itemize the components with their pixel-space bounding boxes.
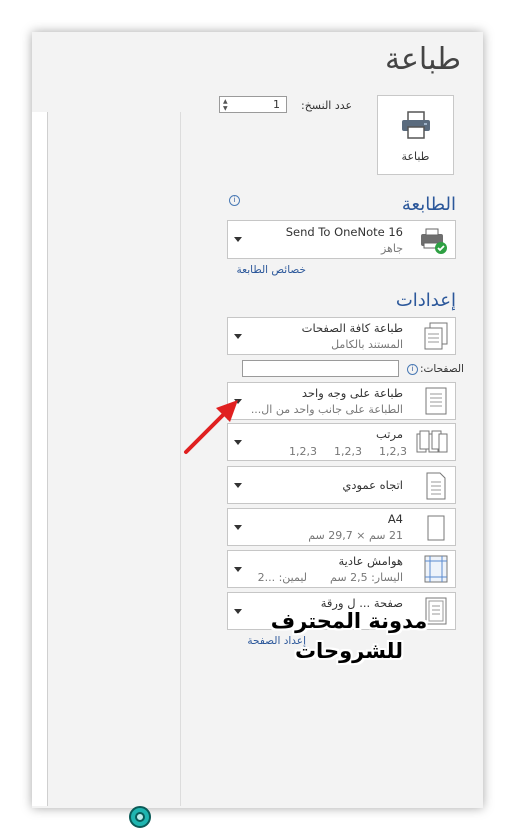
margins-icon [424, 555, 448, 583]
copies-stepper[interactable]: ▲ ▼ 1 [219, 96, 287, 113]
watermark: مدونة المحترف للشروحات [254, 606, 444, 666]
print-range-subtitle: المستند بالكامل [331, 338, 403, 351]
paper-size-dropdown[interactable]: A4 21 سم × 29,7 سم [227, 508, 456, 546]
margins-dropdown[interactable]: هوامش عادية اليسار: 2,5 سم ليمين: ...2 [227, 550, 456, 588]
collation-set: 1,2,3 [379, 445, 407, 458]
info-icon[interactable]: i [229, 195, 240, 206]
print-button[interactable]: طباعة [377, 95, 454, 175]
pages-icon [424, 322, 448, 350]
paper-icon [427, 515, 445, 541]
spin-arrows-icon[interactable]: ▲ ▼ [223, 98, 228, 112]
watermark-line: للشروحات [294, 639, 404, 663]
printer-icon [402, 111, 430, 139]
one-sided-icon [425, 387, 447, 415]
printer-dropdown[interactable]: Send To OneNote 16 جاهز [227, 220, 456, 259]
loading-spinner-icon [129, 806, 151, 828]
collation-title: مرتب [376, 427, 403, 441]
print-range-dropdown[interactable]: طباعة كافة الصفحات المستند بالكامل [227, 317, 456, 355]
settings-heading: إعدادات [395, 290, 456, 311]
info-icon[interactable]: i [407, 364, 418, 375]
chevron-down-icon [234, 609, 242, 614]
pages-input[interactable] [242, 360, 399, 377]
annotation-arrow [184, 400, 238, 454]
paper-size-subtitle: 21 سم × 29,7 سم [308, 529, 403, 542]
paper-size-title: A4 [387, 512, 403, 526]
margins-right: ليمين: ...2 [257, 571, 307, 584]
sides-title: طباعة على وجه واحد [301, 386, 403, 400]
preview-page [32, 112, 48, 806]
printer-name: Send To OneNote 16 [285, 225, 403, 239]
orientation-title: اتجاه عمودي [342, 478, 403, 492]
watermark-line: مدونة المحترف [270, 609, 428, 633]
chevron-down-icon [234, 334, 242, 339]
chevron-down-icon [234, 237, 242, 242]
portrait-icon [426, 472, 446, 500]
printer-heading: الطابعة [401, 194, 456, 215]
chevron-down-icon [234, 483, 242, 488]
pages-label: الصفحات: [420, 363, 464, 375]
collation-set: 1,2,3 [289, 445, 317, 458]
print-range-title: طباعة كافة الصفحات [301, 321, 403, 335]
printer-status: جاهز [380, 242, 403, 255]
collation-dropdown[interactable]: مرتب 1,2,3 1,2,3 1,2,3 [227, 423, 456, 461]
print-preview-area [32, 112, 181, 828]
chevron-down-icon [234, 525, 242, 530]
page-title: طباعة [384, 42, 461, 77]
sides-subtitle: الطباعة على جانب واحد من ال... [250, 403, 403, 416]
copies-value: 1 [273, 98, 280, 111]
margins-title: هوامش عادية [338, 554, 403, 568]
printer-ready-icon [421, 228, 447, 254]
orientation-dropdown[interactable]: اتجاه عمودي [227, 466, 456, 504]
printer-properties-link[interactable]: خصائص الطابعة [237, 264, 306, 276]
margins-left: اليسار: 2,5 سم [330, 571, 403, 584]
collation-set: 1,2,3 [334, 445, 362, 458]
copies-label: عدد النسخ: [301, 99, 353, 112]
print-backstage-window: طباعة طباعة عدد النسخ: ▲ ▼ 1 الطابعة i Se… [32, 32, 483, 828]
print-button-label: طباعة [401, 150, 430, 163]
chevron-down-icon [234, 567, 242, 572]
sides-dropdown[interactable]: طباعة على وجه واحد الطباعة على جانب واحد… [227, 382, 456, 420]
collated-icon [416, 430, 448, 453]
